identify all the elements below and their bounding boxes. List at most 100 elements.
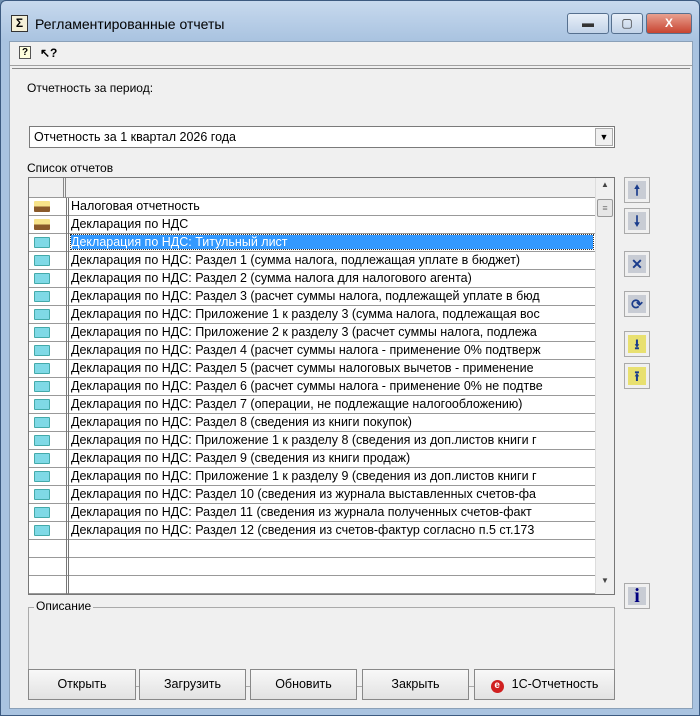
toolbar: ? ↖? [10, 42, 692, 66]
report-icon [34, 507, 50, 518]
scroll-down-icon[interactable]: ▼ [596, 576, 614, 592]
list-item-text: Декларация по НДС: Раздел 4 (расчет сумм… [71, 343, 541, 357]
client-area: ? ↖? Отчетность за период: Отчетность за… [9, 41, 693, 709]
chevron-down-icon[interactable]: ▼ [595, 128, 613, 146]
list-item[interactable]: Декларация по НДС: Приложение 1 к раздел… [29, 306, 595, 324]
report-icon [34, 273, 50, 284]
list-item-text: Декларация по НДС: Приложение 1 к раздел… [71, 469, 537, 483]
save-in-icon: ⭳ [628, 335, 646, 353]
list-item-text: Декларация по НДС: Раздел 1 (сумма налог… [71, 253, 521, 267]
minimize-button[interactable]: ▬ [567, 13, 609, 34]
save-to-file-button[interactable]: ⭳ [624, 331, 650, 357]
info-button[interactable]: i [624, 583, 650, 609]
arrow-up-icon: 🠕 [628, 181, 646, 199]
list-item-text: Декларация по НДС: Раздел 7 (операции, н… [71, 397, 523, 411]
list-item[interactable]: Декларация по НДС: Титульный лист [29, 234, 595, 252]
close-window-button[interactable]: X [646, 13, 692, 34]
list-label: Список отчетов [27, 161, 114, 175]
maximize-button[interactable]: ▢ [611, 13, 643, 34]
list-item[interactable]: Декларация по НДС: Раздел 10 (сведения и… [29, 486, 595, 504]
save-out-icon: ⭱ [628, 367, 646, 385]
move-down-button[interactable]: 🠗 [624, 208, 650, 234]
refresh-button[interactable]: ⟳ [624, 291, 650, 317]
description-label: Описание [34, 599, 94, 613]
list-item[interactable]: Налоговая отчетность [29, 198, 595, 216]
info-icon: i [628, 586, 646, 606]
report-icon [34, 309, 50, 320]
list-item-text: Декларация по НДС: Раздел 12 (сведения и… [71, 523, 535, 537]
list-item-text: Декларация по НДС: Раздел 11 (сведения и… [71, 505, 532, 519]
report-list[interactable]: Налоговая отчетность Декларация по НДС Дек… [28, 177, 615, 595]
empty-row [29, 558, 595, 576]
list-item-text: Декларация по НДС: Раздел 10 (сведения и… [71, 487, 536, 501]
move-up-button[interactable]: 🠕 [624, 177, 650, 203]
app-sigma-icon: Σ [11, 15, 28, 32]
list-item[interactable]: Декларация по НДС: Приложение 1 к раздел… [29, 432, 595, 450]
list-item[interactable]: Декларация по НДС: Раздел 4 (расчет сумм… [29, 342, 595, 360]
open-button[interactable]: Открыть [28, 669, 136, 700]
period-value: Отчетность за 1 квартал 2026 года [34, 130, 237, 144]
report-icon [34, 471, 50, 482]
1c-reporting-label: 1С-Отчетность [511, 677, 599, 691]
list-item[interactable]: Декларация по НДС: Раздел 11 (сведения и… [29, 504, 595, 522]
list-item-text: Декларация по НДС: Раздел 5 (расчет сумм… [71, 361, 534, 375]
period-select[interactable]: Отчетность за 1 квартал 2026 года ▼ [29, 126, 615, 148]
delete-icon: ✕ [628, 255, 646, 273]
folder-icon [34, 219, 50, 230]
delete-button[interactable]: ✕ [624, 251, 650, 277]
list-item-text: Декларация по НДС: Раздел 3 (расчет сумм… [71, 289, 540, 303]
list-item-text: Декларация по НДС: Приложение 2 к раздел… [71, 325, 537, 339]
list-item[interactable]: Декларация по НДС: Приложение 2 к раздел… [29, 324, 595, 342]
empty-row [29, 540, 595, 558]
scroll-up-icon[interactable]: ▲ [596, 180, 614, 196]
list-item[interactable]: Декларация по НДС: Раздел 3 (расчет сумм… [29, 288, 595, 306]
refresh-icon: ⟳ [628, 295, 646, 313]
1c-reporting-icon: e [490, 680, 504, 693]
report-icon [34, 291, 50, 302]
list-item[interactable]: Декларация по НДС: Раздел 5 (расчет сумм… [29, 360, 595, 378]
list-item[interactable]: Декларация по НДС: Раздел 1 (сумма налог… [29, 252, 595, 270]
arrow-down-icon: 🠗 [628, 212, 646, 230]
list-item-text: Декларация по НДС: Титульный лист [70, 234, 594, 250]
list-item-text: Декларация по НДС: Раздел 6 (расчет сумм… [71, 379, 543, 393]
update-button[interactable]: Обновить [250, 669, 357, 700]
report-icon [34, 237, 50, 248]
report-icon [34, 381, 50, 392]
1c-reporting-button[interactable]: e 1С-Отчетность [474, 669, 615, 700]
list-item[interactable]: Декларация по НДС: Приложение 1 к раздел… [29, 468, 595, 486]
report-icon [34, 417, 50, 428]
list-header [29, 178, 595, 198]
window-title: Регламентированные отчеты [35, 16, 225, 32]
list-item[interactable]: Декларация по НДС: Раздел 6 (расчет сумм… [29, 378, 595, 396]
list-item-text: Декларация по НДС [71, 217, 189, 231]
list-item[interactable]: Декларация по НДС: Раздел 2 (сумма налог… [29, 270, 595, 288]
report-icon [34, 399, 50, 410]
report-icon [34, 525, 50, 536]
report-icon [34, 345, 50, 356]
list-item-text: Декларация по НДС: Раздел 8 (сведения из… [71, 415, 412, 429]
list-item-text: Декларация по НДС: Приложение 1 к раздел… [71, 307, 540, 321]
list-item-text: Налоговая отчетность [71, 199, 200, 213]
list-item[interactable]: Декларация по НДС: Раздел 9 (сведения из… [29, 450, 595, 468]
report-icon [34, 489, 50, 500]
list-item[interactable]: Декларация по НДС: Раздел 7 (операции, н… [29, 396, 595, 414]
scroll-thumb[interactable]: ≡ [597, 199, 613, 217]
main-panel: Отчетность за период: Отчетность за 1 кв… [12, 68, 690, 706]
context-help-icon[interactable]: ↖? [40, 46, 57, 60]
period-label: Отчетность за период: [27, 81, 154, 95]
empty-row [29, 576, 595, 594]
list-item-text: Декларация по НДС: Раздел 9 (сведения из… [71, 451, 411, 465]
close-button[interactable]: Закрыть [362, 669, 469, 700]
list-item[interactable]: Декларация по НДС [29, 216, 595, 234]
list-item[interactable]: Декларация по НДС: Раздел 12 (сведения и… [29, 522, 595, 540]
load-from-file-button[interactable]: ⭱ [624, 363, 650, 389]
report-icon [34, 255, 50, 266]
window: Σ Регламентированные отчеты ▬ ▢ X ? ↖? О… [0, 0, 700, 716]
list-item-text: Декларация по НДС: Раздел 2 (сумма налог… [71, 271, 472, 285]
vertical-scrollbar[interactable]: ▲ ≡ ▼ [595, 178, 614, 594]
list-item[interactable]: Декларация по НДС: Раздел 8 (сведения из… [29, 414, 595, 432]
report-icon [34, 363, 50, 374]
load-button[interactable]: Загрузить [139, 669, 246, 700]
report-icon [34, 435, 50, 446]
help-icon[interactable]: ? [19, 46, 32, 59]
